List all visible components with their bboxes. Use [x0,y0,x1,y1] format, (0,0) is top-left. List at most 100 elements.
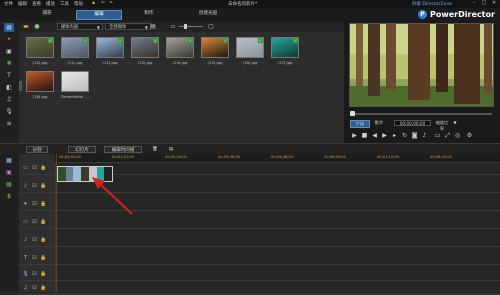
library-thumbnail[interactable]: ✓ (14).jpg [166,37,194,65]
close-icon[interactable]: ✕ [490,0,498,7]
library-thumbnail[interactable]: ✓ (12).jpg [96,37,124,65]
enlarge-icon[interactable]: ▢ [207,23,215,30]
annotation-arrow [92,177,133,215]
track-header[interactable]: ▭ ☑ 🔒 [22,165,47,172]
library-thumbnail[interactable]: ✓ (13).jpg [131,37,159,65]
upgrade-link[interactable]: 升级 DirectorZone [412,1,452,7]
slideshow-button[interactable]: 幻灯片 [68,146,96,153]
chevron-down-icon[interactable]: ▼ [452,120,458,126]
track-enable-icon[interactable]: ☑ [31,285,38,292]
timeline-ruler[interactable]: 00;00;00;00 00;01;12;00 00;02;24;00 00;03;3… [55,154,500,163]
scrubber-knob[interactable] [350,111,355,116]
track-header[interactable]: ✦ ☑ 🔒 [22,201,47,208]
preview-scrubber[interactable] [350,111,492,116]
bookmark-icon[interactable]: $ [4,192,14,201]
library-thumbnail[interactable]: ✓ (17).jpg [271,37,299,65]
library-thumbnail[interactable]: ✓ (15).jpg [201,37,229,65]
library-thumbnail[interactable]: (18).jpg [26,71,54,99]
menu-icon[interactable]: ▤ [166,146,176,153]
track-lock-icon[interactable]: 🔒 [40,255,47,262]
fast-forward-icon[interactable]: ▸ [391,132,398,139]
track-header[interactable]: ♪ ☑ 🔒 [22,183,47,190]
transition-room-icon[interactable]: ◧ [4,83,14,92]
snapshot-icon[interactable]: ◙ [411,132,418,139]
library-thumbnail[interactable]: Dreamhilde - ... [61,71,90,99]
timeline-mode-icon[interactable]: ▦ [4,156,14,165]
size-icon[interactable]: ▫ [169,23,177,30]
track-enable-icon[interactable]: ☑ [31,183,38,190]
effect-room-icon[interactable]: ✦ [4,35,14,44]
menu-playback[interactable]: 播放 [46,1,55,7]
redo-icon[interactable]: ↷ [109,1,113,6]
track-lock-icon[interactable]: 🔒 [40,219,47,226]
track-enable-icon[interactable]: ☑ [31,255,38,262]
menu-file[interactable]: 文件 [4,1,13,7]
library-thumbnail[interactable]: ✓ (11).jpg [61,37,89,65]
next-frame-icon[interactable]: ▶ [381,132,388,139]
voiceover-icon[interactable]: 🎙 [4,107,14,116]
stop-icon[interactable]: ■ [361,132,368,139]
tab-produce[interactable]: 制作 [134,10,164,18]
delete-icon[interactable]: 🗑 [150,146,160,153]
title-room-icon[interactable]: T [4,71,14,80]
track-header[interactable]: ▭ ☑ 🔒 [22,219,47,226]
tab-create-disc[interactable]: 创建光盘 [186,10,230,18]
tab-edit[interactable]: 编辑 [76,10,122,20]
track-enable-icon[interactable]: ☑ [31,201,38,208]
chapter-icon[interactable]: ▤ [4,180,14,189]
window-icon[interactable]: ▭ [434,132,441,139]
tab-capture[interactable]: 捕获 [32,10,62,18]
library-sort-dropdown[interactable]: 全部媒体 ▼ [105,23,151,30]
fullscreen-icon[interactable]: ⤢ [444,132,451,139]
check-icon: ✓ [83,38,88,43]
menu-tools[interactable]: 工具 [60,1,69,7]
track-lock-icon[interactable]: 🔒 [40,183,47,190]
repeat-icon[interactable]: ↻ [401,132,408,139]
track-lock-icon[interactable]: 🔒 [40,285,47,292]
menu-help[interactable]: 帮助 [74,1,83,7]
track-header[interactable]: ♫ ☑ 🔒 [22,285,47,292]
timecode-display[interactable]: 00;00;00;00 [394,120,431,126]
track-lock-icon[interactable]: 🔒 [40,165,47,172]
track-enable-icon[interactable]: ☑ [31,219,38,226]
undo-icon[interactable]: ↶ [101,1,105,6]
track-header[interactable]: T ☑ 🔒 [22,255,47,262]
split-button[interactable]: 分割 [26,146,48,153]
view-icon[interactable]: ▤ [149,23,157,30]
settings-icon[interactable]: ⚙ [466,132,473,139]
track-lock-icon[interactable]: 🔒 [40,271,47,278]
menu-view[interactable]: 查看 [32,1,41,7]
particle-room-icon[interactable]: ❋ [4,59,14,68]
media-room-icon[interactable]: ▦ [4,23,14,32]
thumbnail-size-slider[interactable] [179,26,203,27]
previous-frame-icon[interactable]: ◀ [371,132,378,139]
track-enable-icon[interactable]: ☑ [31,237,38,244]
library-thumbnail[interactable]: ✓ (16).jpg [236,37,264,65]
track-lock-icon[interactable]: 🔒 [40,201,47,208]
save-icon[interactable]: ▪ [92,1,95,6]
folder-icon[interactable]: ▬ [22,23,30,30]
edit-timeline-button[interactable]: 编辑时间线 [104,146,142,153]
storyboard-icon[interactable]: ▣ [4,168,14,177]
track-lock-icon[interactable]: 🔒 [40,237,47,244]
minimize-icon[interactable]: – [470,0,478,7]
maximize-icon[interactable]: □ [480,0,488,7]
import-icon[interactable]: ● [33,23,41,30]
volume-icon[interactable]: ♪ [421,132,428,139]
audio-mixing-icon[interactable]: ♫ [4,95,14,104]
track-enable-icon[interactable]: ☑ [31,165,38,172]
track-enable-icon[interactable]: ☑ [31,271,38,278]
chapter-room-icon[interactable]: ≡ [4,119,14,128]
three-d-icon[interactable]: ◎ [454,132,461,139]
library-collapse-handle[interactable] [19,81,22,91]
pip-room-icon[interactable]: ▣ [4,47,14,56]
library-filter-dropdown[interactable]: 媒体内容 ▼ [57,23,103,30]
tab-clip-preview[interactable]: 片段 [350,120,370,128]
track-header[interactable]: 🎙 ☑ 🔒 [22,271,47,278]
library-thumbnail[interactable]: ✓ (10).jpg [26,37,54,65]
play-icon[interactable]: ▶ [351,132,358,139]
slider-knob[interactable] [184,24,187,29]
menu-edit[interactable]: 编辑 [18,1,27,7]
tab-movie-preview[interactable]: 影片 [370,120,388,126]
track-header[interactable]: ♪ ☑ 🔒 [22,237,47,244]
